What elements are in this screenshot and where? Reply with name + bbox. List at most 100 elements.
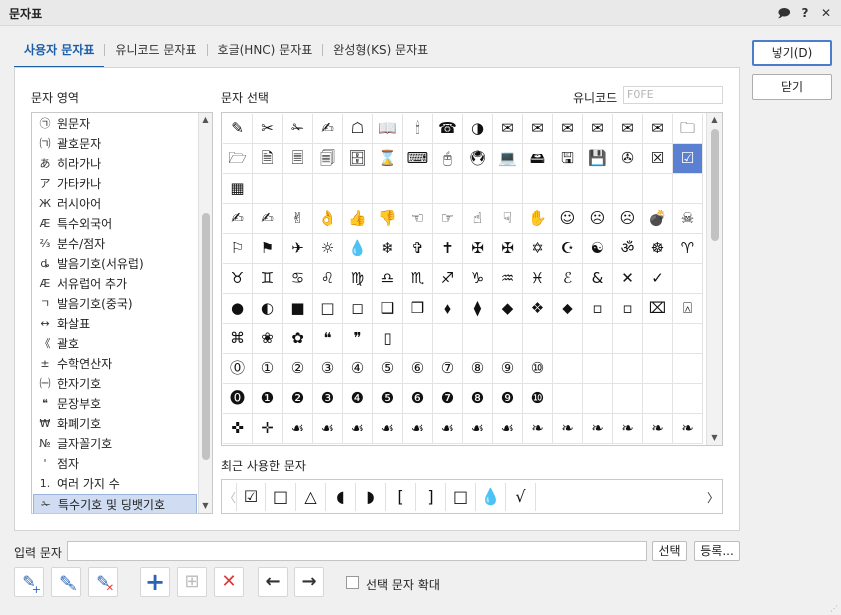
char-cell[interactable]: 💻 [493, 144, 523, 174]
char-cell[interactable]: ① [253, 354, 283, 384]
chevron-left-icon[interactable]: 〈 [224, 489, 236, 506]
char-cell[interactable]: ⑧ [463, 354, 493, 384]
char-cell[interactable] [283, 174, 313, 204]
char-cell[interactable]: ✉ [613, 114, 643, 144]
char-cell[interactable]: 💾 [583, 144, 613, 174]
chevron-right-icon[interactable]: 〉 [707, 489, 719, 506]
chat-icon[interactable]: 🗩 [776, 5, 792, 21]
char-cell[interactable]: ♎ [373, 264, 403, 294]
region-list-item[interactable]: Æ 서유럽어 추가 [33, 274, 197, 294]
char-cell[interactable]: ✍ [253, 204, 283, 234]
char-cell[interactable]: ❻ [403, 384, 433, 414]
char-cell[interactable]: ☸ [643, 234, 673, 264]
help-icon[interactable]: ? [797, 5, 813, 21]
region-list-item[interactable]: ' 점자 [33, 454, 197, 474]
char-cell[interactable]: ✇ [613, 144, 643, 174]
region-list-item[interactable]: ㄱ 발음기호(중국) [33, 294, 197, 314]
select-button[interactable]: 선택 [652, 541, 687, 561]
char-cell[interactable]: ☟ [493, 204, 523, 234]
enlarge-checkbox[interactable] [346, 576, 359, 589]
char-cell[interactable]: ❼ [433, 384, 463, 414]
char-cell[interactable]: ☒ [643, 144, 673, 174]
char-cell[interactable]: ☑ [673, 144, 703, 174]
char-cell[interactable]: ▫ [613, 294, 643, 324]
char-cell[interactable]: ✍ [313, 114, 343, 144]
char-cell[interactable] [583, 174, 613, 204]
tab-hnc-charmap[interactable]: 호글(HNC) 문자표 [208, 38, 323, 68]
grid-scrollbar[interactable]: ▲ ▼ [706, 113, 722, 445]
char-cell[interactable]: ❽ [463, 384, 493, 414]
char-cell[interactable]: ❀ [253, 324, 283, 354]
char-cell[interactable]: ✍ [223, 204, 253, 234]
char-cell[interactable]: ② [283, 354, 313, 384]
char-cell[interactable]: ✠ [463, 234, 493, 264]
char-cell[interactable]: □ [313, 294, 343, 324]
char-cell[interactable]: ✎ [223, 114, 253, 144]
char-cell[interactable]: 🗏 [283, 144, 313, 174]
char-cell[interactable]: ▦ [223, 174, 253, 204]
region-list-item[interactable]: ㉠ 원문자 [33, 114, 197, 134]
region-list-item[interactable]: ⅔ 분수/점자 [33, 234, 197, 254]
char-cell[interactable]: ☙ [283, 414, 313, 444]
char-cell[interactable] [403, 174, 433, 204]
tab-unicode-charmap[interactable]: 유니코드 문자표 [105, 38, 206, 68]
char-cell[interactable]: ❧ [523, 414, 553, 444]
char-cell[interactable]: ❖ [523, 294, 553, 324]
region-list-item[interactable]: 1. 여러 가지 수 [33, 474, 197, 494]
char-cell[interactable]: ✞ [403, 234, 433, 264]
char-cell[interactable]: 🗄 [343, 144, 373, 174]
char-cell[interactable]: ℰ [553, 264, 583, 294]
char-cell[interactable]: ⚑ [253, 234, 283, 264]
char-cell[interactable]: ♍ [343, 264, 373, 294]
edit-char-icon[interactable]: ✎ ✎ [51, 567, 81, 597]
char-cell[interactable]: ◑ [463, 114, 493, 144]
char-cell[interactable]: 👎 [373, 204, 403, 234]
char-cell[interactable] [343, 174, 373, 204]
char-cell[interactable]: ③ [313, 354, 343, 384]
char-cell[interactable]: ☹ [583, 204, 613, 234]
char-cell[interactable] [553, 354, 583, 384]
char-cell[interactable]: ☼ [313, 234, 343, 264]
recent-char-cell[interactable]: ◗ [356, 483, 386, 511]
tab-ks-charmap[interactable]: 완성형(KS) 문자표 [323, 38, 438, 68]
char-cell[interactable] [373, 174, 403, 204]
char-cell[interactable]: ✡ [523, 234, 553, 264]
insert-button[interactable]: 넣기(D) [752, 40, 832, 66]
char-cell[interactable]: ♐ [433, 264, 463, 294]
resize-grip[interactable]: ⋰ [830, 604, 839, 613]
region-list-item[interactable]: ❝ 문장부호 [33, 394, 197, 414]
region-list-item[interactable]: Ж 러시아어 [33, 194, 197, 214]
region-list-item[interactable]: ア 가타카나 [33, 174, 197, 194]
recent-char-cell[interactable]: △ [296, 483, 326, 511]
region-list-item[interactable]: 《 괄호 [33, 334, 197, 354]
char-cell[interactable] [673, 354, 703, 384]
char-cell[interactable] [673, 324, 703, 354]
char-cell[interactable] [493, 324, 523, 354]
char-cell[interactable]: ☙ [433, 414, 463, 444]
char-cell[interactable]: ☠ [673, 204, 703, 234]
char-cell[interactable]: ☖ [343, 114, 373, 144]
char-cell[interactable]: ✉ [493, 114, 523, 144]
char-cell[interactable]: 🖰 [433, 144, 463, 174]
region-list-item[interactable]: あ 히라가나 [33, 154, 197, 174]
char-cell[interactable]: ✓ [643, 264, 673, 294]
char-cell[interactable]: ❸ [313, 384, 343, 414]
char-cell[interactable]: 🗁 [223, 144, 253, 174]
char-cell[interactable]: ⚐ [223, 234, 253, 264]
recent-char-cell[interactable]: [ [386, 483, 416, 511]
char-cell[interactable]: ⌛ [373, 144, 403, 174]
region-list-item[interactable]: ㈀ 괄호문자 [33, 134, 197, 154]
char-cell[interactable]: ⬧ [433, 294, 463, 324]
char-cell[interactable]: 👍 [343, 204, 373, 234]
char-cell[interactable]: ⬥ [553, 294, 583, 324]
char-cell[interactable]: ⑥ [403, 354, 433, 384]
char-cell[interactable]: ♊ [253, 264, 283, 294]
char-cell[interactable]: ❧ [553, 414, 583, 444]
char-cell[interactable]: ☞ [433, 204, 463, 234]
char-cell[interactable]: & [583, 264, 613, 294]
char-cell[interactable]: ☯ [583, 234, 613, 264]
char-cell[interactable]: ♒ [493, 264, 523, 294]
char-cell[interactable] [313, 174, 343, 204]
char-cell[interactable]: 🖫 [553, 144, 583, 174]
char-cell[interactable]: ☝ [463, 204, 493, 234]
